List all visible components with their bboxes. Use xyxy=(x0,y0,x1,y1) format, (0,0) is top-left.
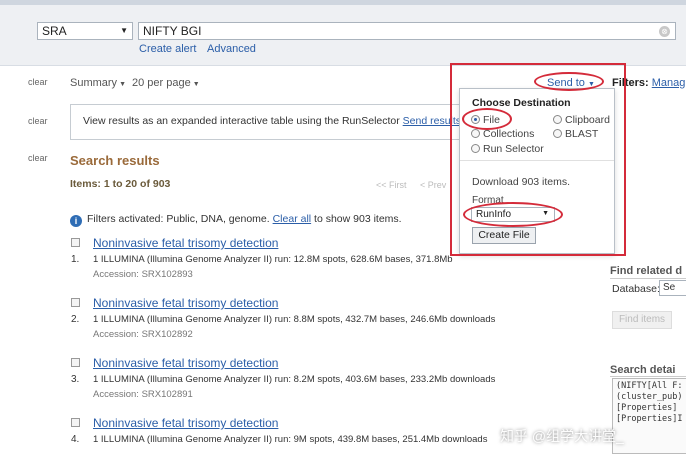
divider xyxy=(610,278,686,279)
create-alert-link[interactable]: Create alert xyxy=(139,43,196,55)
filters-activated-line: i Filters activated: Public, DNA, genome.… xyxy=(70,213,402,227)
runselector-info-box: View results as an expanded interactive … xyxy=(70,104,462,140)
result-number: 4. xyxy=(71,434,80,445)
clear-link-1[interactable]: clear xyxy=(28,77,48,87)
search-input-value: NIFTY BGI xyxy=(143,24,202,38)
database-select[interactable]: SRA ▼ xyxy=(37,22,133,40)
info-icon: i xyxy=(70,215,82,227)
items-count: Items: 1 to 20 of 903 xyxy=(70,178,171,190)
per-page-label: 20 per page xyxy=(132,77,191,89)
result-description: 1 ILLUMINA (Illumina Genome Analyzer II)… xyxy=(93,374,496,385)
clear-search-icon[interactable]: ⊗ xyxy=(659,26,670,37)
list-item: 2. Noninvasive fetal trisomy detection 1… xyxy=(68,296,508,354)
list-item: 4. Noninvasive fetal trisomy detection 1… xyxy=(68,416,508,456)
summary-dropdown[interactable]: Summary ▼ xyxy=(70,77,126,89)
filters-activated-text: Filters activated: Public, DNA, genome. xyxy=(87,213,270,225)
result-accession: Accession: SRX102891 xyxy=(93,389,193,400)
related-database-value: Se xyxy=(663,282,676,293)
result-checkbox[interactable] xyxy=(71,298,80,307)
result-number: 1. xyxy=(71,254,80,265)
result-title-link[interactable]: Noninvasive fetal trisomy detection xyxy=(93,296,278,310)
watermark-text: 知乎 @组学大讲堂_ xyxy=(500,428,624,444)
result-description: 1 ILLUMINA (Illumina Genome Analyzer II)… xyxy=(93,314,496,325)
caret-down-icon: ▼ xyxy=(192,81,200,88)
result-accession: Accession: SRX102892 xyxy=(93,329,193,340)
result-accession: Accession: SRX102893 xyxy=(93,269,193,280)
search-results-title: Search results xyxy=(70,153,160,168)
annotation-oval-send-to xyxy=(534,72,604,91)
result-checkbox[interactable] xyxy=(71,418,80,427)
advanced-link[interactable]: Advanced xyxy=(207,43,256,55)
per-page-dropdown[interactable]: 20 per page ▼ xyxy=(132,77,200,89)
clear-link-2[interactable]: clear xyxy=(28,116,48,126)
find-items-button[interactable]: Find items xyxy=(612,311,672,329)
search-input[interactable]: NIFTY BGI ⊗ xyxy=(138,22,676,40)
database-label: Database: xyxy=(612,283,660,295)
find-related-heading: Find related d xyxy=(610,265,683,277)
result-checkbox[interactable] xyxy=(71,238,80,247)
first-page-link[interactable]: << First xyxy=(376,180,407,190)
info-box-text: View results as an expanded interactive … xyxy=(83,115,400,127)
caret-down-icon: ▼ xyxy=(119,81,126,88)
list-item: 1. Noninvasive fetal trisomy detection 1… xyxy=(68,236,508,294)
search-details-heading: Search detai xyxy=(610,364,676,376)
summary-label: Summary xyxy=(70,77,118,89)
result-checkbox[interactable] xyxy=(71,358,80,367)
result-number: 3. xyxy=(71,374,80,385)
result-title-link[interactable]: Noninvasive fetal trisomy detection xyxy=(93,356,278,370)
clear-link-3[interactable]: clear xyxy=(28,153,48,163)
divider xyxy=(610,376,686,377)
result-number: 2. xyxy=(71,314,80,325)
manage-filters-link[interactable]: Manag xyxy=(652,77,686,89)
database-select-value: SRA xyxy=(42,24,67,38)
filters-activated-suffix: to show 903 items. xyxy=(314,213,402,225)
result-title-link[interactable]: Noninvasive fetal trisomy detection xyxy=(93,416,278,430)
result-description: 1 ILLUMINA (Illumina Genome Analyzer II)… xyxy=(93,434,488,445)
clear-all-link[interactable]: Clear all xyxy=(273,213,312,225)
result-description: 1 ILLUMINA (Illumina Genome Analyzer II)… xyxy=(93,254,453,265)
annotation-rectangle xyxy=(450,63,626,256)
annotation-oval-format xyxy=(463,202,563,227)
chevron-down-icon: ▼ xyxy=(120,26,128,35)
result-title-link[interactable]: Noninvasive fetal trisomy detection xyxy=(93,236,278,250)
prev-page-link[interactable]: < Prev xyxy=(420,180,446,190)
list-item: 3. Noninvasive fetal trisomy detection 1… xyxy=(68,356,508,414)
related-database-select[interactable]: Se xyxy=(659,280,686,296)
annotation-oval-file xyxy=(462,108,512,130)
